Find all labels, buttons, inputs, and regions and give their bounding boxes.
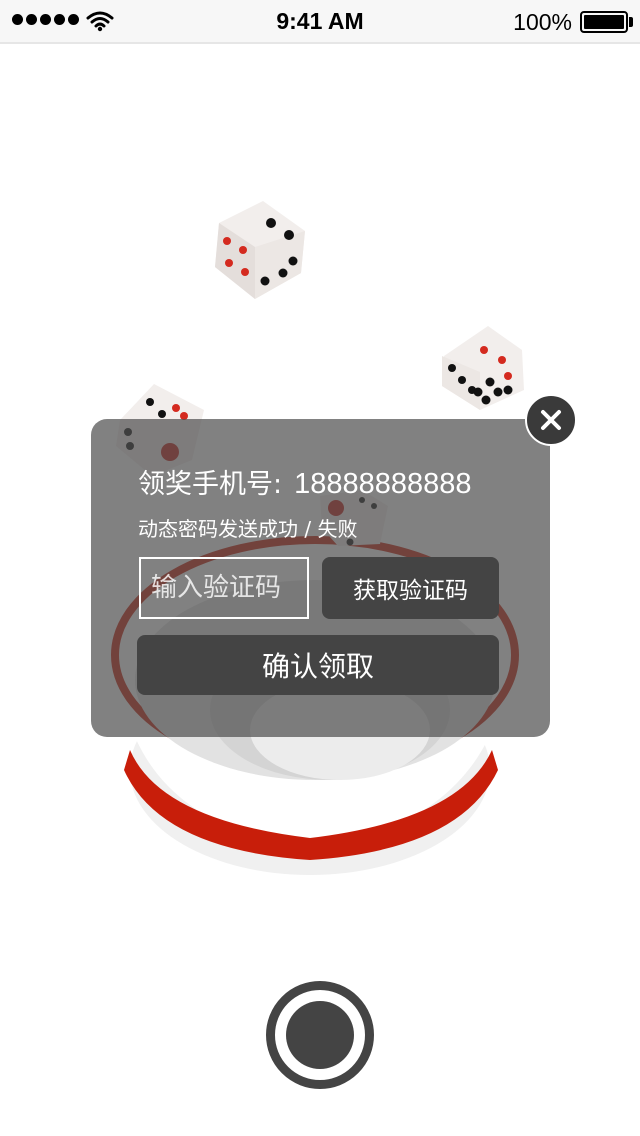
die-image — [215, 201, 305, 299]
verification-code-input[interactable] — [139, 557, 309, 619]
battery-percent: 100% — [513, 9, 572, 35]
status-bar: 9:41 AM 100% — [0, 0, 640, 44]
record-icon — [286, 1001, 354, 1069]
record-button[interactable] — [266, 981, 374, 1089]
phone-value: 18888888888 — [294, 468, 472, 500]
phone-label: 领奖手机号: — [138, 469, 283, 500]
confirm-claim-button[interactable]: 确认领取 — [137, 635, 499, 695]
die-image — [442, 326, 524, 410]
phone-line: 领奖手机号: 18888888888 — [138, 462, 472, 501]
close-button[interactable] — [525, 394, 577, 446]
get-code-button[interactable]: 获取验证码 — [322, 557, 499, 619]
battery-icon — [580, 11, 628, 33]
sms-status-text: 动态密码发送成功 / 失败 — [138, 517, 358, 541]
close-icon — [541, 410, 561, 430]
